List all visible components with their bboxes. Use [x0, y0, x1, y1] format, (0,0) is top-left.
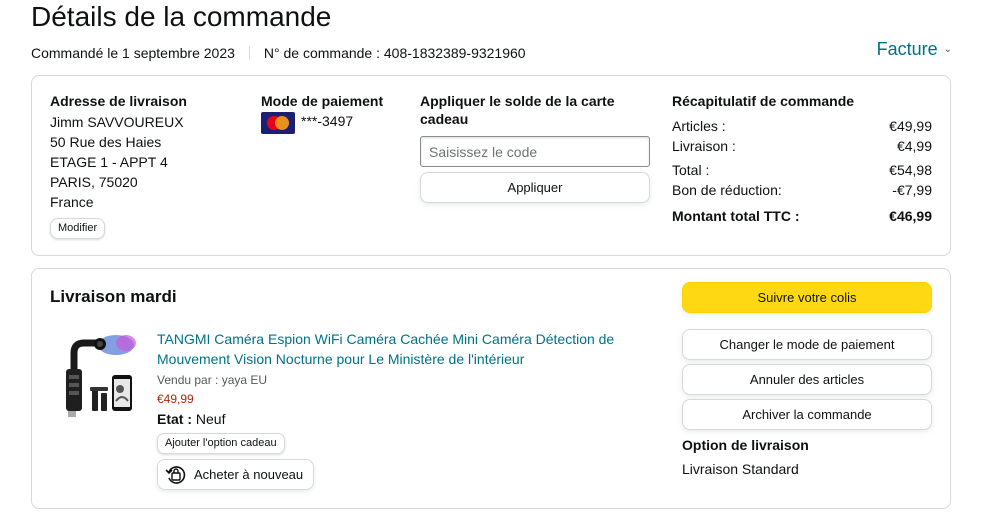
summary-value: -€7,99: [892, 182, 932, 198]
address-line: Jimm SAVVOUREUX: [50, 114, 184, 130]
order-meta: Commandé le 1 septembre 2023 N° de comma…: [31, 44, 526, 62]
grand-total-value: €46,99: [889, 208, 932, 224]
shipping-address-section: Adresse de livraison Jimm SAVVOUREUX 50 …: [50, 92, 187, 239]
product-title-link[interactable]: TANGMI Caméra Espion WiFi Caméra Cachée …: [157, 329, 627, 369]
shipping-address-heading: Adresse de livraison: [50, 93, 187, 109]
summary-label: Articles :: [672, 118, 726, 134]
order-summary-heading: Récapitulatif de commande: [672, 93, 855, 109]
product-price: €49,99: [157, 392, 194, 406]
archive-order-button[interactable]: Archiver la commande: [682, 399, 932, 430]
summary-value: €49,99: [889, 118, 932, 134]
add-gift-option-button[interactable]: Ajouter l'option cadeau: [157, 433, 285, 454]
modify-address-button[interactable]: Modifier: [50, 218, 106, 239]
summary-row-grand-total: Montant total TTC : €46,99: [672, 206, 932, 226]
meta-divider: [248, 46, 250, 60]
summary-row-items: Articles : €49,99: [672, 116, 932, 136]
summary-value: €4,99: [896, 138, 932, 154]
address-line: PARIS, 75020: [50, 174, 138, 190]
chevron-down-icon: ⌄: [943, 44, 952, 55]
summary-row-shipping: Livraison : €4,99: [672, 136, 932, 156]
delivery-option-value: Livraison Standard: [682, 461, 799, 477]
summary-row-total: Total : €54,98: [672, 160, 932, 180]
payment-method-section: Mode de paiement ***-3497: [261, 92, 383, 134]
gift-card-heading: Appliquer le solde de la carte cadeau: [420, 93, 615, 127]
order-details-box: Adresse de livraison Jimm SAVVOUREUX 50 …: [31, 75, 951, 256]
address-line: ETAGE 1 - APPT 4: [50, 154, 168, 170]
address-line: France: [50, 194, 94, 210]
invoice-label: Facture: [876, 39, 938, 59]
apply-gift-card-button[interactable]: Appliquer: [420, 172, 650, 203]
buy-again-label: Acheter à nouveau: [194, 467, 304, 482]
summary-row-discount: Bon de réduction: -€7,99: [672, 180, 932, 200]
spy-camera-product-image[interactable]: [54, 331, 144, 421]
change-payment-button[interactable]: Changer le mode de paiement: [682, 329, 932, 360]
condition-label: Etat :: [157, 411, 192, 427]
product-condition: Etat : Neuf: [157, 410, 627, 428]
summary-label: Livraison :: [672, 138, 736, 154]
page-title: Détails de la commande: [31, 1, 332, 32]
condition-value: Neuf: [195, 411, 226, 427]
order-number: N° de commande : 408-1832389-9321960: [263, 45, 526, 61]
cancel-items-button[interactable]: Annuler des articles: [682, 364, 932, 395]
order-summary-section: Récapitulatif de commande Articles : €49…: [672, 92, 932, 226]
product-details: TANGMI Caméra Espion WiFi Caméra Cachée …: [157, 329, 627, 490]
gift-card-code-input[interactable]: [420, 136, 650, 167]
summary-label: Total :: [672, 162, 710, 178]
card-number: ***-3497: [301, 113, 354, 129]
shipment-actions: Suivre votre colis Changer le mode de pa…: [682, 282, 933, 478]
summary-label: Bon de réduction:: [672, 182, 782, 198]
order-date: Commandé le 1 septembre 2023: [31, 45, 235, 61]
address-line: 50 Rue des Haies: [50, 134, 162, 150]
grand-total-label: Montant total TTC :: [672, 208, 800, 224]
gift-card-section: Appliquer le solde de la carte cadeau Ap…: [420, 92, 664, 203]
delivery-option-heading: Option de livraison: [682, 437, 809, 453]
invoice-dropdown[interactable]: Facture ⌄: [877, 39, 952, 60]
delivery-heading: Livraison mardi: [50, 287, 177, 306]
payment-method-heading: Mode de paiement: [261, 93, 384, 109]
shipment-box: Livraison mardi TANGMI Caméra Espion WiF…: [31, 268, 951, 509]
seller-info: Vendu par : yaya EU: [157, 373, 268, 387]
track-package-button[interactable]: Suivre votre colis: [682, 282, 932, 313]
buy-again-button[interactable]: Acheter à nouveau: [157, 459, 315, 490]
summary-value: €54,98: [889, 162, 932, 178]
buy-again-icon: [165, 465, 186, 484]
mastercard-icon: [261, 112, 295, 134]
